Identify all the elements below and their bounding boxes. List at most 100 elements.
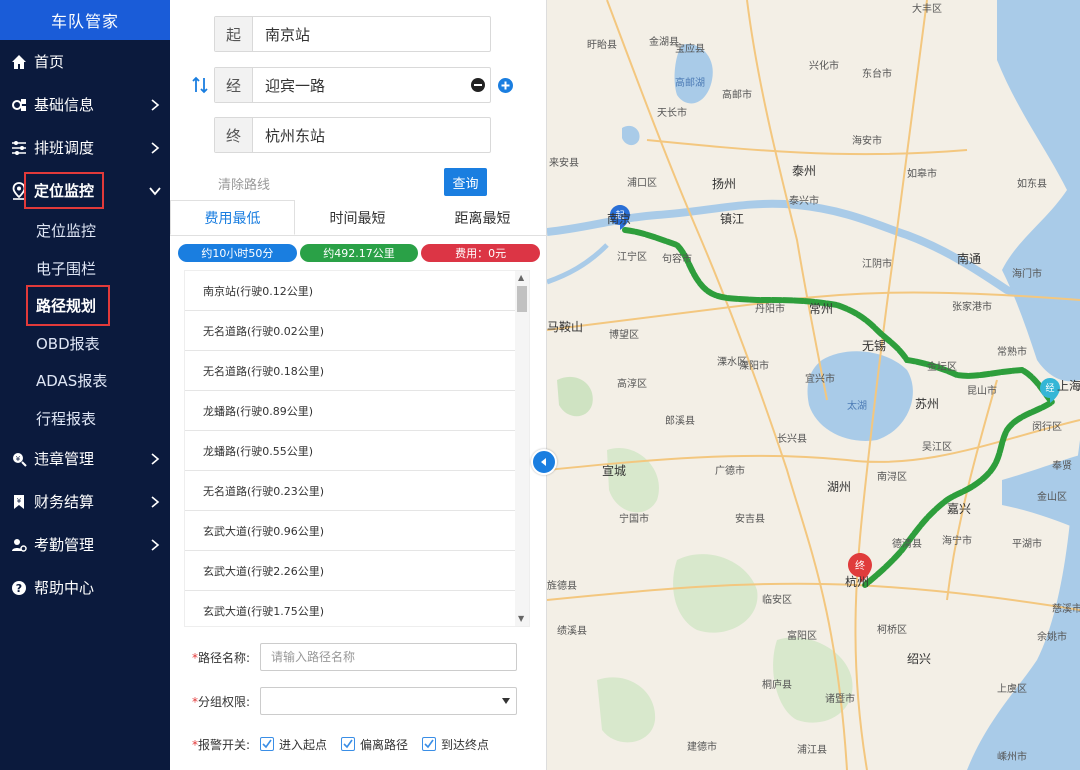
sidebar-subitem-adas-report[interactable]: ADAS报表 bbox=[0, 362, 170, 400]
checkmark-icon bbox=[260, 737, 274, 751]
alarm-deviate-checkbox[interactable]: 偏离路径 bbox=[341, 736, 408, 753]
map-place-label: 大丰区 bbox=[912, 4, 942, 15]
map-place-label: 博望区 bbox=[609, 330, 639, 341]
map-place-label: 闵行区 bbox=[1032, 422, 1062, 433]
scroll-thumb[interactable] bbox=[517, 286, 527, 312]
checkmark-icon bbox=[422, 737, 437, 751]
map-place-label: 镇江 bbox=[720, 212, 745, 226]
map-place-label: 溧阳市 bbox=[739, 361, 769, 372]
map-place-label: 浦口区 bbox=[627, 178, 657, 189]
sidebar-item-finance[interactable]: ¥ 财务结算 bbox=[0, 480, 170, 523]
map-place-label: 浦江县 bbox=[797, 745, 827, 756]
sidebar-subitem-location-monitor[interactable]: 定位监控 bbox=[0, 212, 170, 250]
map-place-label: 泰州 bbox=[792, 164, 817, 178]
map-place-label: 桐庐县 bbox=[762, 680, 792, 691]
map-place-label: 德清县 bbox=[892, 539, 922, 550]
map-view[interactable]: 起 经 终 大丰区 盱眙县 金湖县 宝应县 兴化市 东台市 高邮湖 高邮市 天长市 海安市 来安县泰… bbox=[547, 0, 1080, 770]
svg-text:经: 经 bbox=[1045, 382, 1054, 394]
alarm-enter-start-checkbox[interactable]: 进入起点 bbox=[260, 736, 327, 753]
alarm-arrive-end-checkbox[interactable]: 到达终点 bbox=[422, 736, 489, 753]
sidebar-item-label: 排班调度 bbox=[34, 139, 95, 157]
sidebar-item-help[interactable]: ? 帮助中心 bbox=[0, 566, 170, 609]
sidebar-subitem-geofence[interactable]: 电子围栏 bbox=[0, 250, 170, 288]
route-step-item[interactable]: 玄武大道(行驶2.26公里) bbox=[185, 551, 517, 591]
map-place-label: 建德市 bbox=[687, 742, 717, 753]
sidebar-item-attendance[interactable]: 考勤管理 bbox=[0, 523, 170, 566]
map-place-label: 上虞区 bbox=[997, 684, 1027, 695]
add-via-button[interactable] bbox=[498, 78, 513, 93]
cost-badge: 费用：0元 bbox=[421, 244, 541, 262]
scroll-down-arrow-icon[interactable]: ▼ bbox=[518, 615, 526, 623]
sliders-icon bbox=[10, 139, 28, 157]
route-step-item[interactable]: 龙蟠路(行驶0.89公里) bbox=[185, 391, 517, 431]
route-step-item[interactable]: 无名道路(行驶0.02公里) bbox=[185, 311, 517, 351]
sidebar-item-location-monitor[interactable]: 定位监控 bbox=[0, 169, 170, 212]
tab-shortest-time[interactable]: 时间最短 bbox=[295, 200, 420, 235]
sidebar-subitem-obd-report[interactable]: OBD报表 bbox=[0, 325, 170, 363]
map-place-label: 天长市 bbox=[657, 108, 687, 119]
map-place-label: 宝应县 bbox=[675, 44, 705, 55]
sidebar-item-label: 帮助中心 bbox=[34, 579, 95, 597]
sidebar-subitem-trip-report[interactable]: 行程报表 bbox=[0, 400, 170, 438]
map-place-label: 江阴市 bbox=[862, 259, 892, 270]
route-step-item[interactable]: 南京站(行驶0.12公里) bbox=[185, 271, 517, 311]
sidebar-item-scheduling[interactable]: 排班调度 bbox=[0, 126, 170, 169]
brand-title: 车队管家 bbox=[0, 0, 170, 40]
sidebar-item-basic-info[interactable]: 基础信息 bbox=[0, 83, 170, 126]
map-place-label: 兴化市 bbox=[809, 61, 839, 72]
map-place-label: 昆山市 bbox=[967, 386, 997, 397]
remove-via-button[interactable] bbox=[466, 68, 490, 102]
route-summary: 约10小时50分 约492.17公里 费用：0元 bbox=[178, 244, 541, 262]
sidebar-item-label: 违章管理 bbox=[34, 450, 95, 468]
svg-text:¥: ¥ bbox=[17, 497, 22, 505]
map-place-label: 江宁区 bbox=[617, 252, 647, 263]
sidebar-item-home[interactable]: 首页 bbox=[0, 40, 170, 83]
sidebar-item-violations[interactable]: ¥ 违章管理 bbox=[0, 437, 170, 480]
map-place-label: 丹阳市 bbox=[755, 304, 785, 315]
route-steps-list: 南京站(行驶0.12公里) 无名道路(行驶0.02公里) 无名道路(行驶0.18公里… bbox=[184, 270, 530, 627]
steps-scrollbar[interactable]: ▲ ▼ bbox=[515, 271, 529, 626]
map-place-label: 宣城 bbox=[602, 464, 627, 478]
map-place-label: 无锡 bbox=[862, 339, 887, 353]
map-place-label: 宜兴市 bbox=[805, 374, 835, 385]
swap-icon[interactable] bbox=[192, 76, 208, 94]
tab-shortest-distance[interactable]: 距离最短 bbox=[420, 200, 545, 235]
alarm-switch-label: 报警开关: bbox=[197, 737, 250, 752]
route-name-input[interactable] bbox=[260, 643, 517, 671]
map-place-label: 绩溪县 bbox=[557, 626, 587, 637]
end-point-input[interactable] bbox=[253, 118, 490, 152]
map-place-label: 嵊州市 bbox=[997, 752, 1027, 763]
via-point-row: 经 bbox=[214, 67, 491, 103]
user-gear-icon bbox=[10, 536, 28, 554]
map-place-label: 上海 bbox=[1057, 379, 1080, 393]
map-place-label: 南通 bbox=[957, 252, 982, 266]
scroll-up-arrow-icon[interactable]: ▲ bbox=[518, 274, 526, 282]
chevron-right-icon bbox=[151, 495, 160, 508]
query-button[interactable]: 查询 bbox=[444, 168, 487, 196]
caret-left-icon bbox=[541, 458, 546, 466]
map-place-label: 马鞍山 bbox=[547, 320, 584, 334]
route-step-item[interactable]: 龙蟠路(行驶0.55公里) bbox=[185, 431, 517, 471]
start-point-input[interactable] bbox=[253, 17, 490, 51]
map-place-label: 高邮湖 bbox=[675, 78, 705, 89]
route-step-item[interactable]: 玄武大道(行驶0.96公里) bbox=[185, 511, 517, 551]
map-place-label: 湖州 bbox=[827, 480, 852, 494]
sidebar-subitem-route-planning[interactable]: 路径规划 bbox=[0, 285, 170, 327]
clear-route-link[interactable]: 清除路线 bbox=[218, 174, 270, 193]
group-permission-row: *分组权限: bbox=[184, 686, 534, 716]
collapse-panel-button[interactable] bbox=[531, 449, 557, 475]
map-place-label: 盱眙县 bbox=[587, 40, 617, 51]
route-step-item[interactable]: 无名道路(行驶0.23公里) bbox=[185, 471, 517, 511]
via-point-input[interactable] bbox=[253, 68, 466, 102]
map-place-label: 东台市 bbox=[862, 69, 892, 80]
group-permission-select[interactable] bbox=[260, 687, 517, 715]
svg-text:¥: ¥ bbox=[16, 455, 21, 463]
sidebar-menu: 首页 基础信息 排班调度 定位监控 定位监控 电子围栏 路径规划 OBD报表 A… bbox=[0, 40, 170, 609]
route-step-item[interactable]: 无名道路(行驶0.18公里) bbox=[185, 351, 517, 391]
tab-lowest-cost[interactable]: 费用最低 bbox=[170, 200, 295, 235]
map-place-label: 南京 bbox=[607, 212, 632, 226]
route-step-item[interactable]: 玄武大道(行驶1.75公里) bbox=[185, 591, 517, 626]
end-point-row: 终 bbox=[214, 117, 491, 153]
map-place-label: 安吉县 bbox=[735, 514, 765, 525]
map-place-label: 临安区 bbox=[762, 595, 792, 606]
